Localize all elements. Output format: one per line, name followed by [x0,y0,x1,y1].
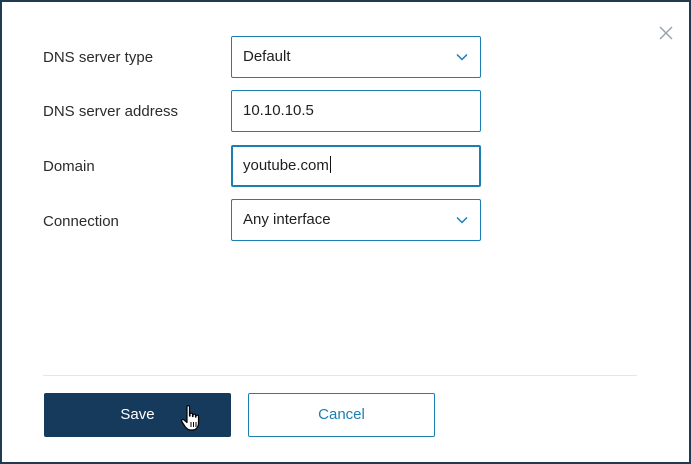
domain-input[interactable]: youtube.com [231,145,481,187]
domain-label: Domain [43,158,95,175]
text-cursor [329,156,331,173]
connection-value: Any interface [243,211,331,228]
connection-select[interactable]: Any interface [231,199,481,241]
chevron-down-icon [456,216,468,224]
dns-server-type-value: Default [243,48,291,65]
cancel-button[interactable]: Cancel [248,393,435,437]
connection-label: Connection [43,213,119,230]
chevron-down-icon [456,53,468,61]
dns-server-type-label: DNS server type [43,49,154,66]
dns-server-type-select[interactable]: Default [231,36,481,78]
dns-server-address-label: DNS server address [43,103,179,120]
hand-pointer-icon [181,405,200,431]
dns-server-address-input[interactable]: 10.10.10.5 [231,90,481,132]
divider [43,375,637,376]
dns-server-address-value: 10.10.10.5 [243,102,314,119]
close-icon [659,26,673,40]
domain-value: youtube.com [243,157,329,174]
close-button[interactable] [656,23,676,43]
save-button[interactable]: Save [44,393,231,437]
dns-settings-dialog: DNS server type Default DNS server addre… [0,0,691,464]
